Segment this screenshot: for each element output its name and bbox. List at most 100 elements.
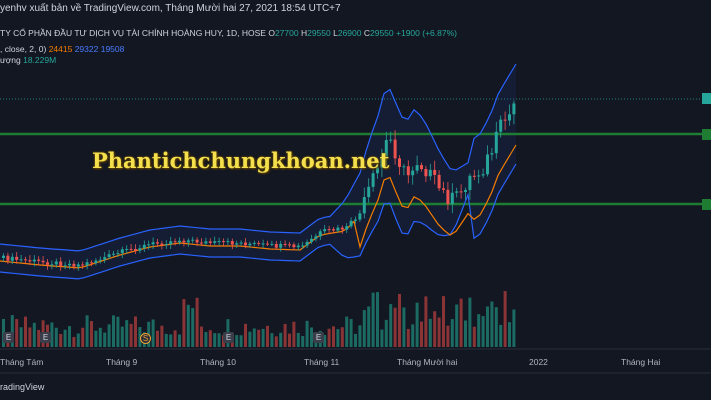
candle-body — [169, 241, 173, 245]
candle-body — [41, 260, 45, 263]
earnings-marker[interactable]: E — [313, 332, 324, 343]
volume-bar — [186, 304, 190, 347]
candle-body — [32, 259, 36, 262]
candle-body — [340, 227, 344, 230]
candle-body — [72, 263, 76, 267]
volume-bar — [244, 323, 247, 347]
price-chart[interactable] — [0, 0, 711, 400]
candle-body — [270, 243, 274, 245]
dividend-marker[interactable]: S — [140, 333, 151, 344]
volume-bar — [327, 328, 331, 347]
candle-body — [94, 260, 98, 264]
candle-body — [477, 175, 481, 177]
candle-body — [512, 103, 516, 115]
support-handle[interactable] — [702, 199, 711, 210]
candle-body — [318, 231, 322, 237]
candle-body — [244, 242, 247, 246]
candle-body — [195, 239, 199, 243]
volume-bar — [68, 326, 71, 347]
volume-bar — [442, 296, 445, 347]
candle-body — [151, 242, 155, 245]
volume-bar — [81, 327, 85, 347]
volume-bar — [393, 307, 397, 347]
volume-bar — [345, 316, 349, 347]
candle-body — [459, 191, 463, 193]
candle-body — [156, 242, 159, 244]
candle-body — [68, 263, 71, 266]
volume-bar — [301, 336, 305, 347]
candle-body — [490, 153, 494, 155]
candle-body — [15, 256, 19, 260]
volume-bar — [200, 326, 203, 347]
volume-bar — [490, 301, 494, 347]
candle-body — [252, 242, 256, 244]
volume-bar — [76, 333, 80, 347]
volume-bar — [156, 330, 159, 347]
volume-bar — [481, 316, 485, 347]
candle-body — [472, 175, 476, 177]
volume-bar — [512, 309, 516, 347]
candle-body — [415, 165, 419, 171]
volume-bar — [336, 329, 340, 347]
volume-bar — [389, 304, 393, 347]
volume-bar — [283, 323, 287, 347]
candle-body — [332, 229, 335, 231]
candle-body — [428, 169, 432, 177]
candle-body — [204, 241, 208, 244]
volume-bar — [169, 334, 173, 347]
volume-bar — [107, 324, 111, 347]
candle-body — [217, 241, 221, 243]
candle-body — [178, 240, 181, 243]
volume-bar — [191, 308, 195, 347]
candle-body — [10, 256, 14, 261]
volume-bar — [125, 320, 129, 347]
volume-bar — [120, 326, 124, 347]
candle-body — [283, 243, 287, 245]
volume-bar — [486, 306, 489, 347]
volume-bar — [288, 333, 291, 347]
candle-body — [235, 243, 239, 245]
candle-body — [116, 253, 120, 255]
candle-body — [468, 175, 472, 191]
candle-body — [147, 244, 151, 246]
x-tick-sep: Tháng 9 — [106, 357, 138, 367]
resistance-handle[interactable] — [702, 129, 711, 140]
candle-body — [50, 264, 54, 266]
volume-bar — [402, 307, 406, 347]
candle-body — [354, 219, 357, 221]
volume-bars — [2, 291, 516, 347]
candle-body — [349, 220, 353, 227]
x-tick-2022: 2022 — [529, 357, 548, 367]
volume-bar — [477, 314, 481, 347]
candle-body — [371, 173, 375, 187]
earnings-marker[interactable]: E — [3, 332, 14, 343]
earnings-marker[interactable]: E — [223, 332, 234, 343]
volume-bar — [59, 334, 63, 347]
volume-bar — [472, 326, 476, 347]
candle-body — [134, 249, 137, 251]
candle-body — [213, 241, 217, 243]
candle-body — [446, 189, 450, 205]
volume-bar — [257, 329, 261, 347]
x-tick-aug: Tháng Tám — [0, 357, 44, 367]
volume-bar — [129, 323, 133, 347]
candle-body — [81, 264, 85, 266]
volume-bar — [54, 327, 58, 347]
watermark-text: Phantichchungkhoan.net — [92, 148, 390, 173]
volume-bar — [134, 316, 137, 347]
volume-bar — [217, 333, 221, 347]
candle-body — [266, 243, 269, 245]
volume-bar — [213, 333, 217, 347]
candle-body — [508, 114, 511, 121]
volume-bar — [499, 324, 503, 347]
volume-bar — [204, 332, 208, 347]
earnings-marker[interactable]: E — [40, 332, 51, 343]
candle-body — [398, 158, 401, 167]
candle-body — [54, 261, 58, 265]
volume-bar — [116, 316, 120, 347]
volume-bar — [19, 327, 23, 347]
candle-body — [120, 249, 124, 254]
candle-body — [486, 154, 489, 175]
candle-body — [450, 192, 454, 205]
candlesticks — [2, 100, 516, 271]
